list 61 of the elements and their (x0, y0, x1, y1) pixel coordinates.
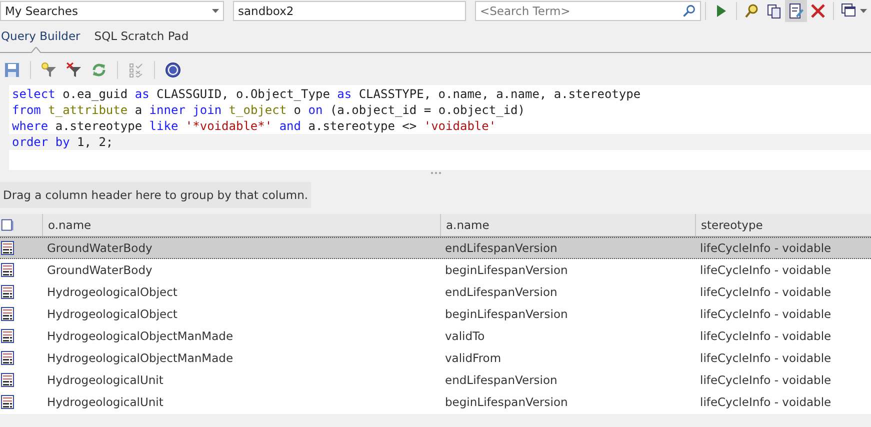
table-cell: endLifespanVersion (445, 285, 558, 299)
table-cell: HydrogeologicalUnit (47, 373, 164, 387)
table-cell: lifeCycleInfo - voidable (700, 373, 832, 387)
remove-filter-icon (66, 62, 82, 78)
table-row[interactable]: HydrogeologicalObject endLifespanVersion lifeCycleInfo - voidable (0, 281, 871, 303)
search-name-field[interactable]: sandbox2 (233, 1, 466, 21)
edit-button[interactable] (785, 0, 807, 22)
table-row-icon (1, 241, 14, 255)
table-cell: lifeCycleInfo - voidable (700, 307, 832, 321)
find-icon (744, 3, 760, 19)
table-row[interactable]: HydrogeologicalObject beginLifespanVersion lifeCycleInfo - voidable (0, 303, 871, 325)
tab[interactable]: SQL Scratch Pad (94, 29, 189, 47)
checklist-icon (128, 62, 144, 78)
code-line: select o.ea_guid as CLASSGUID, o.Object_Type as CLASSTYPE, o.name, a.name, a.stereotype (11, 86, 642, 102)
table-row[interactable]: HydrogeologicalObjectManMade validFrom lifeCycleInfo - voidable (0, 347, 871, 369)
table-row[interactable]: HydrogeologicalUnit endLifespanVersion lifeCycleInfo - voidable (0, 369, 871, 391)
table-cell: lifeCycleInfo - voidable (700, 395, 832, 409)
add-filter-icon (41, 62, 57, 78)
refresh-icon (91, 62, 107, 78)
table-cell: HydrogeologicalObjectManMade (47, 351, 234, 365)
table-cell: HydrogeologicalObjectManMade (47, 329, 234, 343)
code-line: where a.stereotype like '*voidable*' and a.stereotype <> 'voidable' (11, 118, 498, 134)
column-chooser-icon (1, 218, 15, 232)
save-icon (4, 62, 20, 78)
table-cell: GroundWaterBody (47, 241, 152, 255)
table-cell: lifeCycleInfo - voidable (700, 351, 832, 365)
group-by-hint: Drag a column header here to group by that column. (0, 182, 312, 208)
column-header[interactable]: a.name (440, 214, 695, 236)
column-header[interactable]: o.name (42, 214, 440, 236)
table-row[interactable]: HydrogeologicalUnit beginLifespanVersion lifeCycleInfo - voidable (0, 391, 871, 413)
table-row[interactable]: GroundWaterBody endLifespanVersion lifeCycleInfo - voidable (0, 237, 871, 259)
delete-icon (810, 3, 826, 19)
table-cell: validTo (445, 329, 485, 343)
table-cell: lifeCycleInfo - voidable (700, 263, 832, 277)
search-icon (682, 4, 696, 18)
table-cell: lifeCycleInfo - voidable (700, 329, 832, 343)
table-cell: endLifespanVersion (445, 241, 558, 255)
table-cell: validFrom (445, 351, 502, 365)
edit-icon (788, 3, 804, 19)
table-cell: endLifespanVersion (445, 373, 558, 387)
table-cell: lifeCycleInfo - voidable (700, 285, 832, 299)
table-cell: HydrogeologicalUnit (47, 395, 164, 409)
table-row[interactable]: GroundWaterBody beginLifespanVersion lifeCycleInfo - voidable (0, 259, 871, 281)
caret-icon[interactable] (860, 9, 867, 13)
table-cell: beginLifespanVersion (445, 395, 568, 409)
search-field[interactable]: <Search Term> (475, 1, 701, 21)
table-cell: beginLifespanVersion (445, 307, 568, 321)
table-cell: HydrogeologicalObject (47, 285, 178, 299)
column-header[interactable]: stereotype (695, 214, 871, 236)
table-cell: lifeCycleInfo - voidable (700, 241, 832, 255)
copy-icon (766, 3, 782, 19)
tab[interactable]: Query Builder (1, 29, 80, 47)
caret-icon (212, 9, 219, 13)
windows-icon (841, 3, 857, 19)
table-cell: GroundWaterBody (47, 263, 152, 277)
search-set-dropdown[interactable]: My Searches (0, 1, 224, 21)
table-cell: beginLifespanVersion (445, 263, 568, 277)
table-cell: HydrogeologicalObject (47, 307, 178, 321)
help-icon (165, 62, 181, 78)
code-line: from t_attribute a inner join t_object o on (a.object_id = o.object_id) (11, 102, 526, 118)
table-row[interactable]: HydrogeologicalObjectManMade validTo lifeCycleInfo - voidable (0, 325, 871, 347)
